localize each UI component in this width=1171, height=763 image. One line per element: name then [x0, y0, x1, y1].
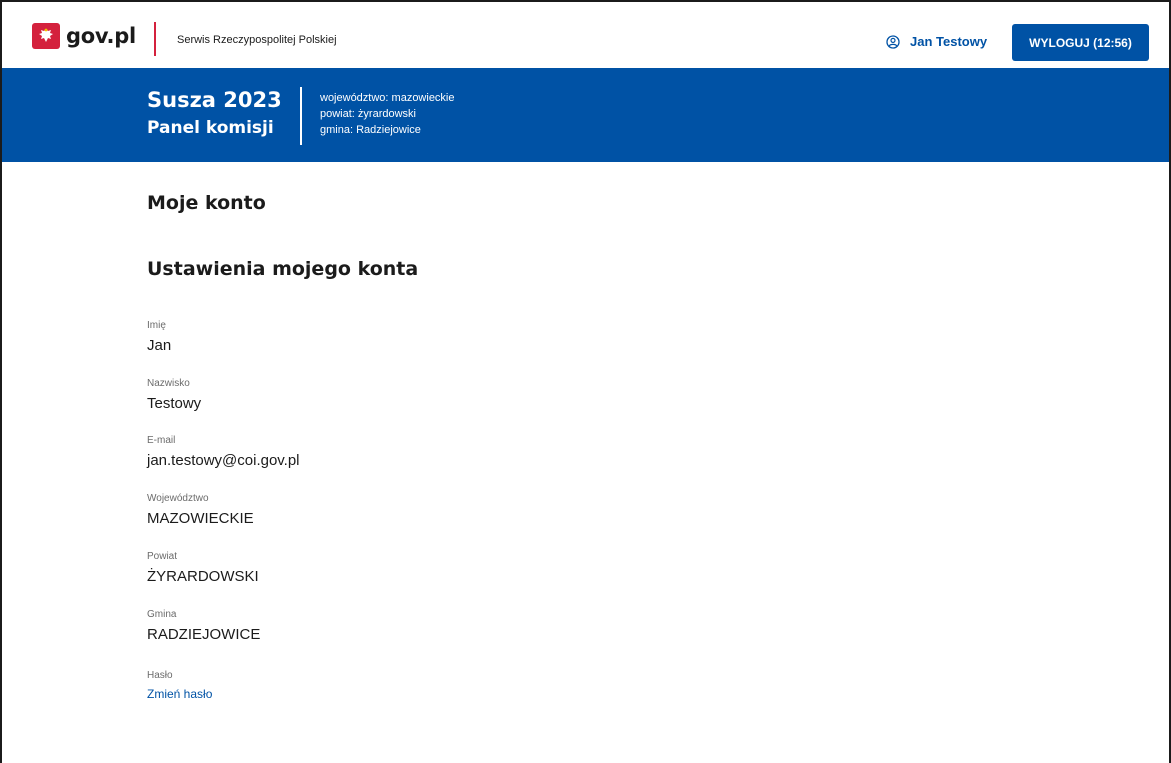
region-voivodeship: województwo: mazowieckie [320, 92, 455, 104]
field-label: E-mail [147, 435, 176, 446]
field-label: Powiat [147, 551, 178, 562]
user-account-link[interactable]: Jan Testowy [886, 34, 987, 49]
region-info: województwo: mazowieckie powiat: żyrardo… [320, 90, 455, 138]
user-name: Jan Testowy [910, 34, 988, 49]
field-county: Powiat ŻYRARDOWSKI [147, 550, 259, 588]
field-last-name: Nazwisko Testowy [147, 377, 201, 415]
field-voivodeship: Województwo MAZOWIECKIE [147, 492, 254, 530]
field-first-name: Imię Jan [147, 319, 171, 357]
app-subtitle: Panel komisji [147, 118, 274, 138]
field-label: Województwo [147, 493, 209, 504]
top-bar: gov.pl Serwis Rzeczypospolitej Polskiej … [2, 2, 1169, 68]
gov-logo[interactable]: gov.pl [32, 22, 136, 50]
field-email: E-mail jan.testowy@coi.gov.pl [147, 434, 300, 472]
header-divider [300, 87, 302, 145]
logo-text: gov.pl [66, 24, 136, 48]
app-title: Susza 2023 [147, 88, 282, 112]
polish-eagle-icon [32, 23, 60, 49]
page-title: Moje konto [147, 192, 266, 214]
service-name: Serwis Rzeczypospolitej Polskiej [177, 34, 337, 46]
app-header: Susza 2023 Panel komisji województwo: ma… [2, 68, 1169, 162]
field-value: ŻYRARDOWSKI [147, 568, 259, 585]
field-password: Hasło Zmień hasło [147, 669, 212, 703]
field-value: MAZOWIECKIE [147, 510, 254, 527]
region-commune: gmina: Radziejowice [320, 124, 421, 136]
logo-divider [154, 22, 156, 56]
section-title: Ustawienia mojego konta [147, 258, 419, 280]
region-county: powiat: żyrardowski [320, 108, 416, 120]
user-circle-icon [886, 34, 900, 49]
field-value: Jan [147, 337, 172, 354]
app-window: gov.pl Serwis Rzeczypospolitej Polskiej … [0, 0, 1171, 763]
field-value: jan.testowy@coi.gov.pl [147, 452, 300, 469]
app-title-block: Susza 2023 Panel komisji [147, 85, 282, 141]
field-label: Nazwisko [147, 378, 190, 389]
field-value: Testowy [147, 395, 202, 412]
change-password-link[interactable]: Zmień hasło [147, 685, 212, 703]
logout-button[interactable]: WYLOGUJ (12:56) [1012, 24, 1149, 61]
field-label: Hasło [147, 670, 173, 681]
field-label: Imię [147, 320, 166, 331]
field-value: RADZIEJOWICE [147, 626, 261, 643]
field-label: Gmina [147, 609, 177, 620]
field-commune: Gmina RADZIEJOWICE [147, 608, 260, 646]
